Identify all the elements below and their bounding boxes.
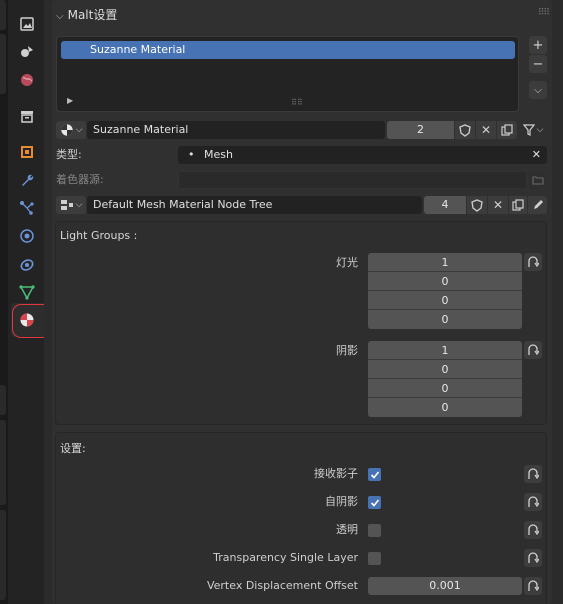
duplicate-copy-icon[interactable]: [497, 121, 517, 139]
fake-user-shield-icon[interactable]: [455, 121, 475, 139]
transparency-single-layer-label: Transparency Single Layer: [213, 551, 358, 564]
edit-pencil-icon[interactable]: [528, 196, 547, 214]
object-tab-icon[interactable]: [17, 142, 37, 162]
panel-header[interactable]: ⌵ Malt设置: [56, 6, 117, 23]
reset-override-icon[interactable]: [524, 577, 542, 595]
constraints-tab-icon[interactable]: [17, 254, 37, 274]
checkmark-icon: [370, 470, 379, 479]
node-tree-name-field[interactable]: Default Mesh Material Node Tree: [87, 196, 422, 214]
chevron-down-icon: ⌵: [56, 11, 64, 22]
shadow-group-value[interactable]: 0: [368, 360, 522, 379]
reset-override-icon[interactable]: [524, 493, 542, 511]
list-expand-icon[interactable]: ▶: [67, 96, 73, 105]
physics-tab-icon[interactable]: [17, 226, 37, 246]
slot-specials-button[interactable]: ⌵: [529, 81, 547, 99]
unlink-close-icon[interactable]: ✕: [476, 121, 496, 139]
modifier-tab-icon[interactable]: [17, 170, 37, 190]
vertex-displacement-offset-field[interactable]: 0.001: [368, 577, 522, 595]
panel-drag-handle-icon[interactable]: ⠿⠿: [538, 8, 550, 18]
self-shadow-label: 自阴影: [325, 495, 358, 508]
particles-tab-icon[interactable]: [17, 198, 37, 218]
users-count-text: 4: [441, 198, 449, 211]
render-tab-icon[interactable]: [17, 14, 37, 34]
reset-override-icon[interactable]: [524, 549, 542, 567]
node-tree-icon: [60, 200, 73, 210]
material-slot-name: Suzanne Material: [90, 43, 186, 56]
users-count-text: 2: [417, 123, 424, 136]
list-item[interactable]: Suzanne Material: [61, 41, 515, 59]
shader-source-label: 着色器源:: [56, 173, 104, 186]
light-group-value[interactable]: 0: [368, 291, 522, 310]
reset-override-icon[interactable]: [524, 465, 542, 483]
type-select[interactable]: • Mesh ✕: [178, 146, 547, 164]
receive-shadow-checkbox[interactable]: [368, 468, 381, 481]
shadow-label: 阴影: [336, 344, 358, 357]
reset-override-icon[interactable]: [524, 521, 542, 539]
edge-tab[interactable]: [0, 0, 6, 30]
edge-tab[interactable]: [0, 34, 6, 94]
shadow-group-value[interactable]: 0: [368, 379, 522, 398]
self-shadow-checkbox[interactable]: [368, 496, 381, 509]
material-users-count[interactable]: 2: [387, 121, 454, 139]
object-data-tab-icon[interactable]: [17, 282, 37, 302]
reset-override-icon[interactable]: [524, 253, 542, 271]
unlink-close-icon[interactable]: ✕: [488, 196, 508, 214]
receive-shadow-label: 接收影子: [314, 467, 358, 480]
material-sphere-icon: [60, 124, 73, 136]
light-group-value[interactable]: 0: [368, 272, 522, 291]
chevron-down-icon: ⌵: [536, 125, 544, 135]
checkmark-icon: [370, 498, 379, 507]
fake-user-shield-icon[interactable]: [467, 196, 487, 214]
collection-tab-icon[interactable]: [17, 106, 37, 126]
filter-funnel-icon[interactable]: ⌵: [519, 121, 547, 139]
type-value: Mesh: [204, 148, 233, 161]
light-group-value[interactable]: 1: [368, 253, 522, 272]
light-label: 灯光: [336, 256, 358, 269]
properties-tab-bar: [8, 0, 56, 604]
left-edge-strip: [0, 0, 8, 604]
edge-tab[interactable]: [0, 420, 6, 505]
material-slot-list[interactable]: Suzanne Material ▶ ⠿⠿: [56, 36, 519, 112]
light-groups-title: Light Groups :: [60, 229, 138, 242]
folder-icon[interactable]: [529, 171, 547, 189]
reset-override-icon[interactable]: [524, 341, 542, 359]
edge-tab[interactable]: [0, 385, 6, 415]
chevron-down-icon: ⌵: [75, 125, 83, 135]
transparent-label: 透明: [336, 523, 358, 536]
transparent-checkbox[interactable]: [368, 524, 381, 537]
browse-material-button[interactable]: ⌵: [56, 121, 86, 139]
scene-tab-icon[interactable]: [17, 42, 37, 62]
shader-source-field[interactable]: [178, 171, 527, 189]
duplicate-copy-icon[interactable]: [509, 196, 527, 214]
material-name-text: Suzanne Material: [93, 123, 189, 136]
node-tree-users-count[interactable]: 4: [424, 196, 466, 214]
clear-close-icon[interactable]: ✕: [532, 146, 541, 164]
shadow-group-value[interactable]: 1: [368, 341, 522, 360]
vertex-displacement-offset-label: Vertex Displacement Offset: [206, 579, 358, 592]
material-name-field[interactable]: Suzanne Material: [87, 121, 385, 139]
edge-tab[interactable]: [0, 510, 6, 600]
panel-title: Malt设置: [67, 8, 118, 22]
chevron-down-icon: ⌵: [75, 200, 83, 210]
remove-slot-button[interactable]: −: [529, 55, 547, 73]
world-tab-icon[interactable]: [17, 70, 37, 90]
light-group-value[interactable]: 0: [368, 310, 522, 329]
shadow-group-values: 1 0 0 0: [368, 341, 522, 417]
transparency-single-layer-checkbox[interactable]: [368, 552, 381, 565]
light-group-values: 1 0 0 0: [368, 253, 522, 329]
shadow-group-value[interactable]: 0: [368, 398, 522, 417]
type-label: 类型:: [56, 148, 82, 161]
list-resize-handle-icon[interactable]: ⠿⠿: [291, 98, 303, 107]
browse-node-tree-button[interactable]: ⌵: [56, 196, 86, 214]
add-slot-button[interactable]: +: [529, 36, 547, 54]
mesh-bullet-icon: •: [188, 148, 195, 161]
vertex-displacement-offset-value: 0.001: [429, 579, 461, 592]
settings-title: 设置:: [60, 442, 86, 455]
node-tree-name-text: Default Mesh Material Node Tree: [93, 198, 273, 211]
